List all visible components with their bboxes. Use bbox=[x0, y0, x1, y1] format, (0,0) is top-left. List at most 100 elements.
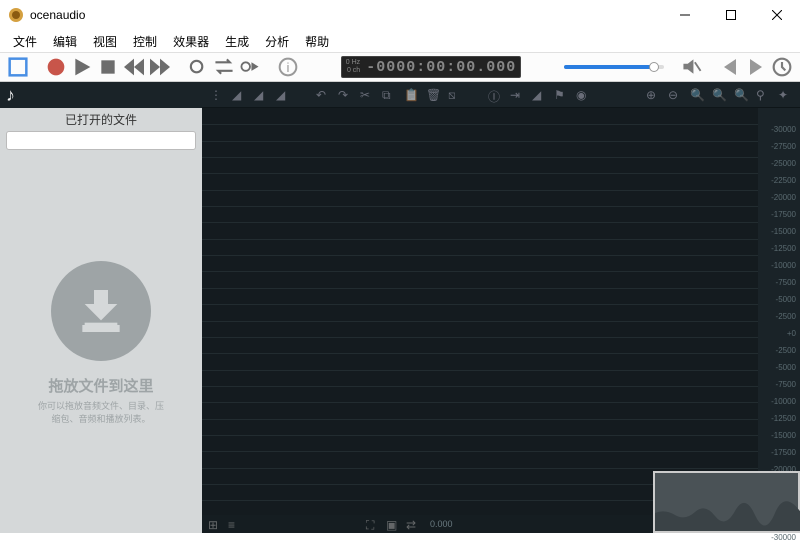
grid-icon[interactable]: ⊞ bbox=[208, 518, 220, 530]
cut-icon[interactable]: ✂ bbox=[360, 88, 374, 102]
undo-icon[interactable]: ↶ bbox=[316, 88, 330, 102]
amplitude-tick: -15000 bbox=[771, 431, 796, 440]
paste-icon[interactable]: 📋 bbox=[404, 88, 418, 102]
close-button[interactable] bbox=[754, 0, 800, 30]
amplitude-tick: -10000 bbox=[771, 397, 796, 406]
editor-toolbar: ⋮ ◢ ◢ ◢ ↶ ↷ ✂ ⧉ 📋 🗑 ⧅ Ⓘ ⇥ ◢ ⚑ ◉ ⊕ ⊖ 🔍 🔍 … bbox=[202, 82, 800, 108]
menu-effects[interactable]: 效果器 bbox=[166, 31, 216, 52]
work-area: ♪ 已打开的文件 🔍 拖放文件到这里 你可以拖放音频文件、目录、压 缩包、音频和… bbox=[0, 82, 800, 533]
play-button[interactable] bbox=[72, 57, 92, 77]
amplitude-tick: -27500 bbox=[771, 142, 796, 151]
amplitude-ruler: -30000 -27500 -25000 -22500 -20000 -17500 -150… bbox=[758, 108, 800, 533]
rewind-button[interactable] bbox=[124, 57, 144, 77]
level-3-icon[interactable]: ◢ bbox=[276, 88, 290, 102]
menu-view[interactable]: 视图 bbox=[86, 31, 124, 52]
zoom-out-icon[interactable]: ⊖ bbox=[668, 88, 682, 102]
menu-control[interactable]: 控制 bbox=[126, 31, 164, 52]
settings-icon[interactable]: ✦ bbox=[778, 88, 792, 102]
crop-icon[interactable]: ⧅ bbox=[448, 88, 462, 102]
record-button[interactable] bbox=[46, 57, 66, 77]
cursor-position: 0.000 bbox=[430, 519, 453, 529]
history-button[interactable] bbox=[772, 57, 792, 77]
title-bar: ocenaudio bbox=[0, 0, 800, 30]
menu-bar: 文件 编辑 视图 控制 效果器 生成 分析 帮助 bbox=[0, 30, 800, 52]
spectrum-preview[interactable] bbox=[653, 471, 800, 533]
music-note-icon: ♪ bbox=[6, 85, 15, 106]
stop-marker-button[interactable] bbox=[8, 57, 28, 77]
amplitude-tick: -12500 bbox=[771, 414, 796, 423]
transport-toolbar: i 0 Hz 0 ch -0000:00:00.000 bbox=[0, 52, 800, 82]
selection-icon[interactable]: ⇥ bbox=[510, 88, 524, 102]
loop-button[interactable] bbox=[188, 57, 208, 77]
zoom-v-icon[interactable]: 🔍 bbox=[734, 88, 748, 102]
menu-edit[interactable]: 编辑 bbox=[46, 31, 84, 52]
maximize-button[interactable] bbox=[708, 0, 754, 30]
link-icon[interactable]: ⚲ bbox=[756, 88, 770, 102]
files-panel: 已打开的文件 🔍 拖放文件到这里 你可以拖放音频文件、目录、压 缩包、音频和播放… bbox=[0, 108, 202, 533]
amplitude-tick: -15000 bbox=[771, 227, 796, 236]
level-2-icon[interactable]: ◢ bbox=[254, 88, 268, 102]
info-button[interactable]: i bbox=[278, 57, 298, 77]
cursor-icon[interactable]: Ⓘ bbox=[488, 88, 502, 102]
amplitude-tick: +0 bbox=[787, 329, 796, 338]
amplitude-tick: -30000 bbox=[771, 125, 796, 134]
menu-analyze[interactable]: 分析 bbox=[258, 31, 296, 52]
zoom-fit-icon[interactable]: 🔍 bbox=[712, 88, 726, 102]
zoom-in-icon[interactable]: ⊕ bbox=[646, 88, 660, 102]
marker-icon[interactable]: ◢ bbox=[532, 88, 546, 102]
waveform-canvas[interactable] bbox=[202, 108, 758, 533]
amplitude-tick: -30000 bbox=[771, 533, 796, 542]
play-selection-button[interactable] bbox=[240, 57, 260, 77]
waveform-editor: ⋮ ◢ ◢ ◢ ↶ ↷ ✂ ⧉ 📋 🗑 ⧅ Ⓘ ⇥ ◢ ⚑ ◉ ⊕ ⊖ 🔍 🔍 … bbox=[202, 82, 800, 533]
amplitude-tick: -10000 bbox=[771, 261, 796, 270]
sidebar-top: ♪ bbox=[0, 82, 202, 108]
timecode-hz: 0 Hz bbox=[346, 59, 360, 67]
mute-button[interactable] bbox=[682, 57, 702, 77]
amplitude-tick: -5000 bbox=[776, 295, 796, 304]
amplitude-tick: -12500 bbox=[771, 244, 796, 253]
timecode-main: -0000:00:00.000 bbox=[366, 59, 516, 76]
amplitude-tick: -20000 bbox=[771, 193, 796, 202]
forward-button[interactable] bbox=[150, 57, 170, 77]
menu-file[interactable]: 文件 bbox=[6, 31, 44, 52]
menu-generate[interactable]: 生成 bbox=[218, 31, 256, 52]
list-icon[interactable]: ≡ bbox=[228, 518, 240, 530]
drop-zone[interactable]: 拖放文件到这里 你可以拖放音频文件、目录、压 缩包、音频和播放列表。 bbox=[0, 154, 202, 533]
volume-slider[interactable] bbox=[564, 65, 664, 69]
drop-subtitle-1: 你可以拖放音频文件、目录、压 bbox=[38, 400, 164, 413]
menu-help[interactable]: 帮助 bbox=[298, 31, 336, 52]
minimize-button[interactable] bbox=[662, 0, 708, 30]
toggle-icon[interactable]: ⇄ bbox=[406, 518, 418, 530]
eye-icon[interactable]: ◉ bbox=[576, 88, 590, 102]
svg-text:i: i bbox=[287, 60, 290, 75]
amplitude-tick: -17500 bbox=[771, 448, 796, 457]
redo-icon[interactable]: ↷ bbox=[338, 88, 352, 102]
prev-region-button[interactable] bbox=[720, 57, 740, 77]
loop-region-button[interactable] bbox=[214, 57, 234, 77]
amplitude-tick: -2500 bbox=[776, 312, 796, 321]
delete-icon[interactable]: 🗑 bbox=[426, 88, 440, 102]
level-1-icon[interactable]: ◢ bbox=[232, 88, 246, 102]
timecode-display: 0 Hz 0 ch -0000:00:00.000 bbox=[341, 56, 521, 78]
amplitude-tick: -5000 bbox=[776, 363, 796, 372]
files-panel-title: 已打开的文件 bbox=[0, 108, 202, 131]
copy-icon[interactable]: ⧉ bbox=[382, 88, 396, 102]
amplitude-tick: -2500 bbox=[776, 346, 796, 355]
window-title: ocenaudio bbox=[30, 8, 662, 22]
stop-button[interactable] bbox=[98, 57, 118, 77]
sidebar: ♪ 已打开的文件 🔍 拖放文件到这里 你可以拖放音频文件、目录、压 缩包、音频和… bbox=[0, 82, 202, 533]
zoom-sel-icon[interactable]: 🔍 bbox=[690, 88, 704, 102]
drop-title: 拖放文件到这里 bbox=[48, 375, 153, 396]
amplitude-tick: -17500 bbox=[771, 210, 796, 219]
next-region-button[interactable] bbox=[746, 57, 766, 77]
timecode-ch: 0 ch bbox=[346, 67, 360, 75]
flag-icon[interactable]: ⚑ bbox=[554, 88, 568, 102]
amplitude-tick: -7500 bbox=[776, 380, 796, 389]
file-search-input[interactable] bbox=[6, 131, 196, 150]
drop-subtitle-2: 缩包、音频和播放列表。 bbox=[51, 413, 150, 426]
amplitude-tick: -25000 bbox=[771, 159, 796, 168]
app-icon bbox=[8, 7, 24, 23]
amplitude-tick: -22500 bbox=[771, 176, 796, 185]
image-icon[interactable]: ▣ bbox=[386, 518, 398, 530]
expand-icon[interactable]: ⛶ bbox=[366, 518, 378, 530]
